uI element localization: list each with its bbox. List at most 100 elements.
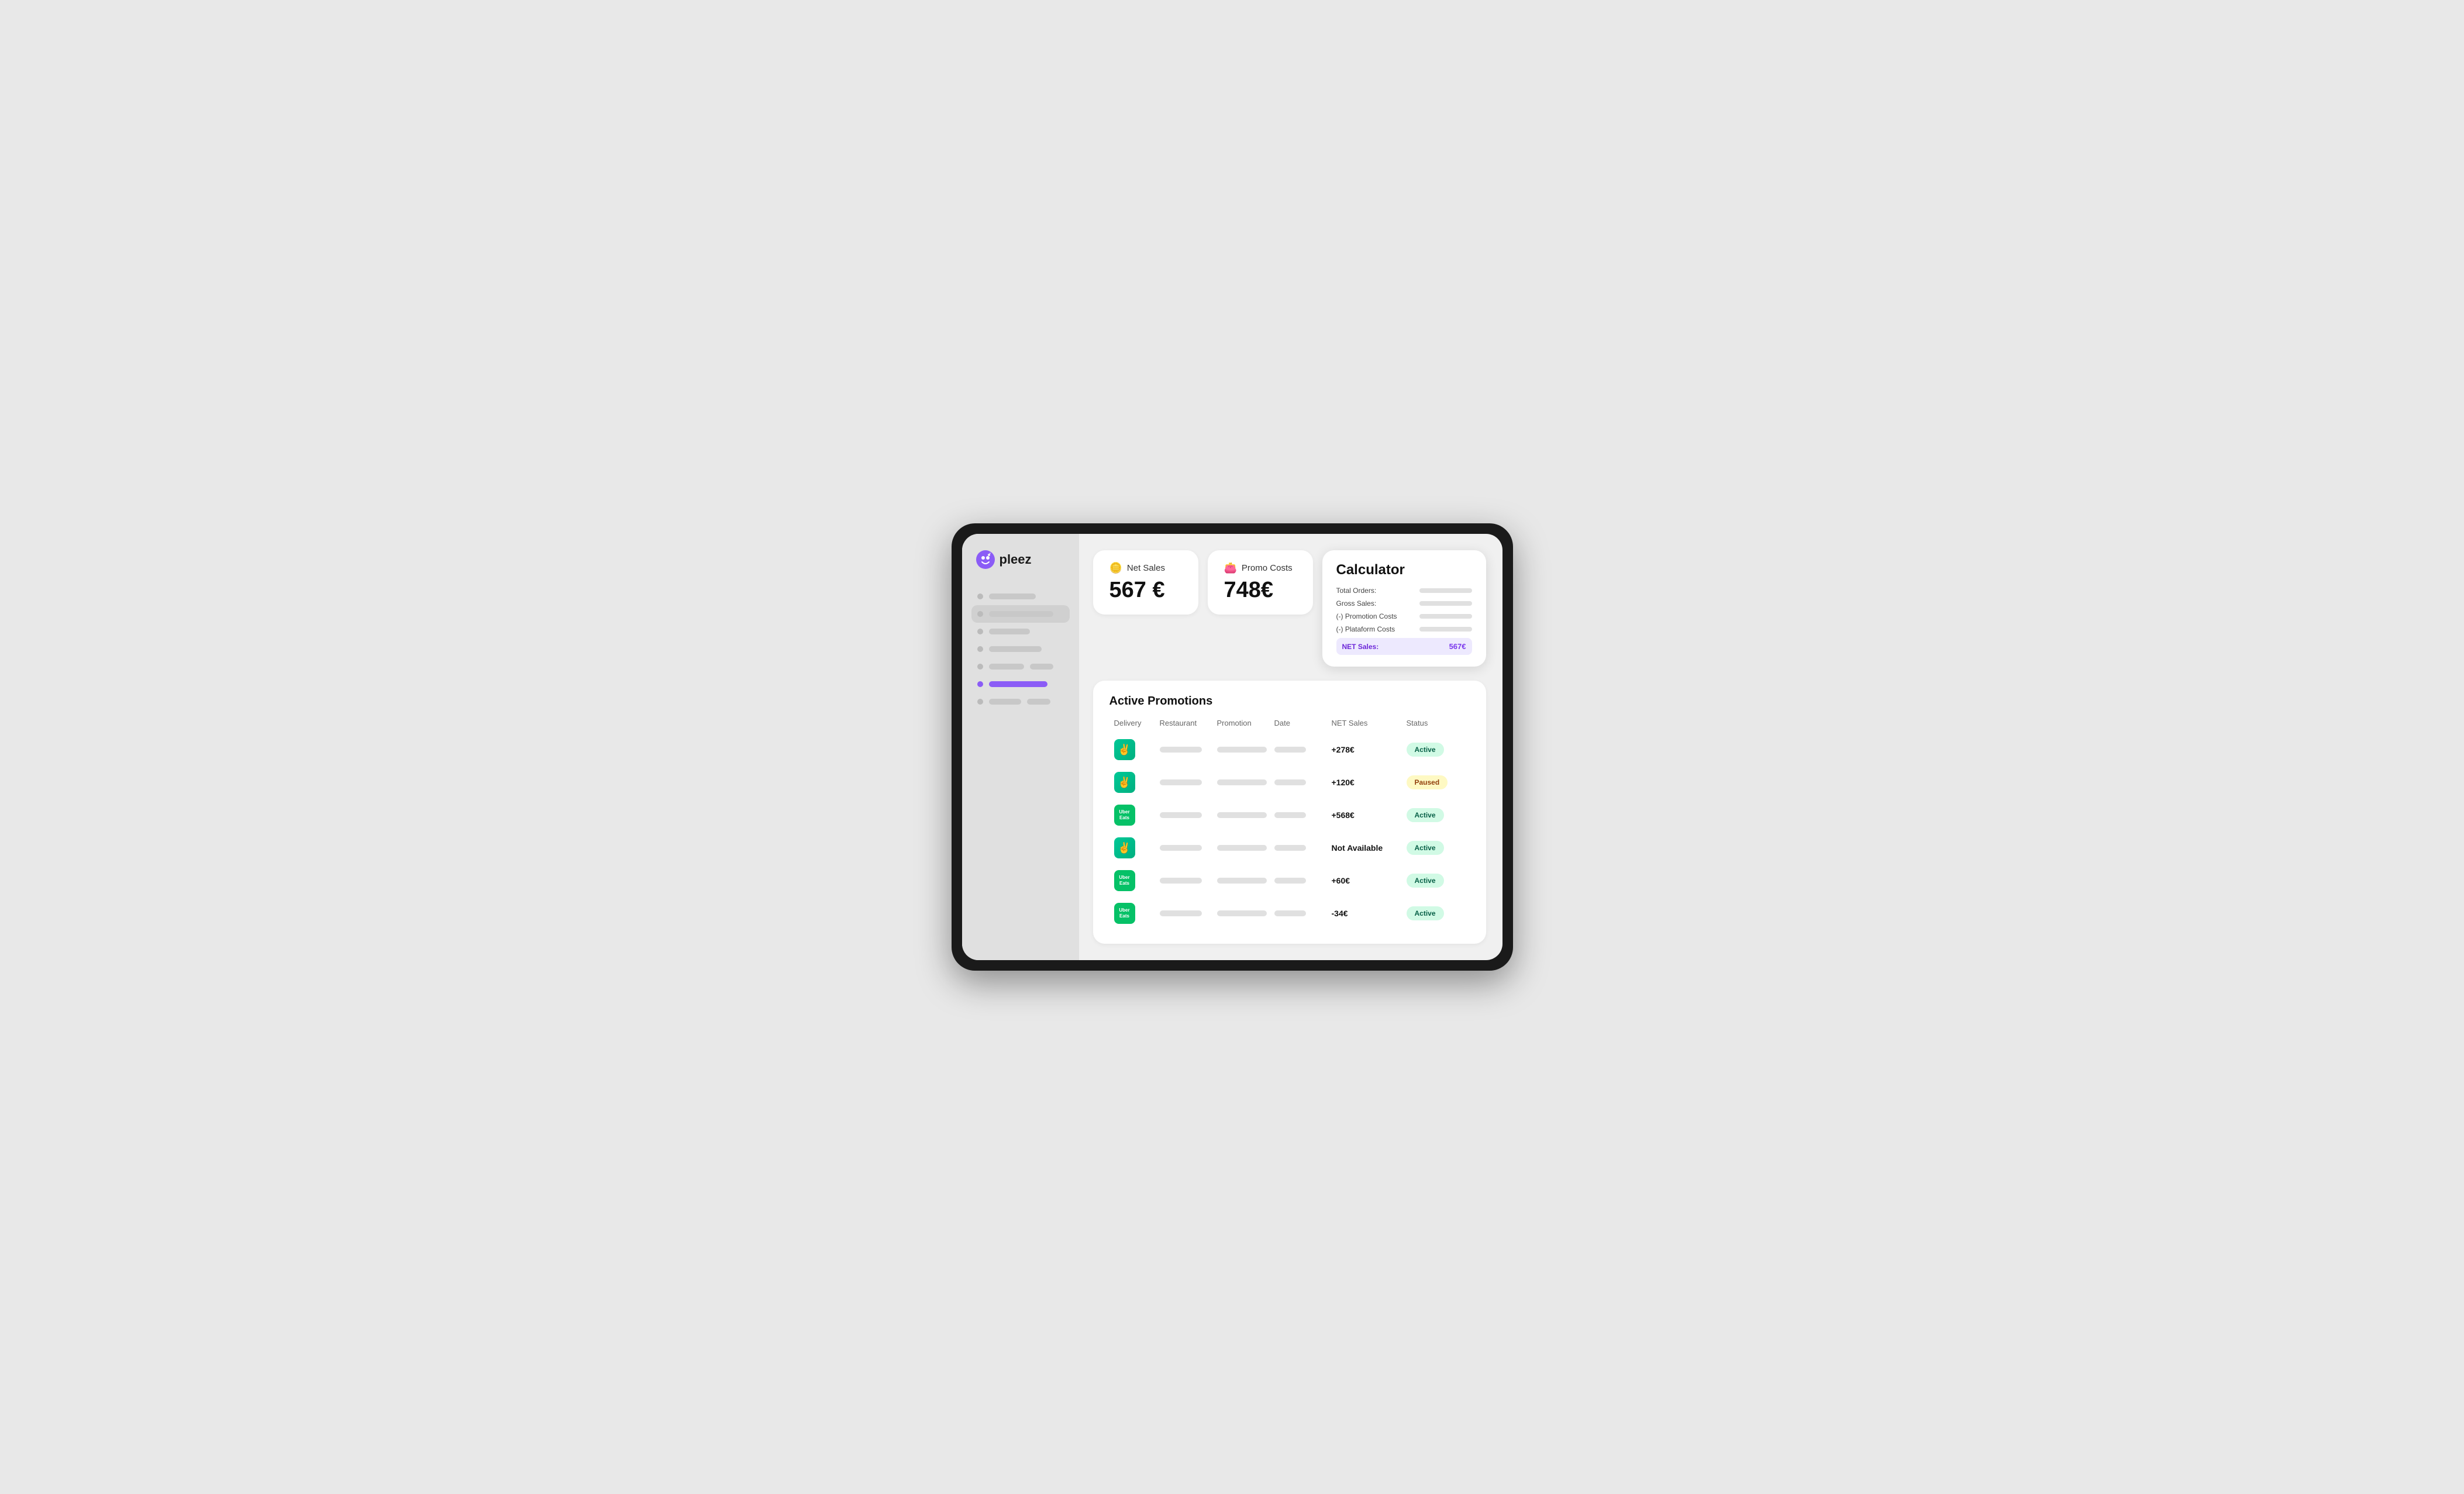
nav-dot-3 — [977, 629, 983, 634]
date-bar-3 — [1274, 812, 1306, 818]
status-cell-3: Active — [1407, 808, 1465, 822]
col-date: Date — [1274, 719, 1327, 727]
table-header: Delivery Restaurant Promotion Date NET S… — [1109, 719, 1470, 733]
nav-bar-4 — [989, 646, 1042, 652]
sidebar-item-4[interactable] — [971, 640, 1070, 658]
sidebar-item-6[interactable] — [971, 675, 1070, 693]
sidebar-item-7[interactable] — [971, 693, 1070, 710]
nav-bar-2 — [989, 611, 1053, 617]
promotion-bar-3 — [1217, 812, 1267, 818]
promotions-card: Active Promotions Delivery Restaurant Pr… — [1093, 681, 1486, 944]
ubereats-icon-3: UberEats — [1114, 805, 1135, 826]
delivery-cell-5: UberEats — [1114, 870, 1155, 891]
net-sales-label-row: 🪙 Net Sales — [1109, 562, 1182, 574]
net-sales-cell-3: +568€ — [1332, 810, 1402, 820]
restaurant-cell-4 — [1160, 845, 1212, 851]
date-cell-6 — [1274, 910, 1327, 916]
calc-promo-costs-label: (-) Promotion Costs — [1336, 612, 1397, 620]
glovo-icon-1: ✌️ — [1114, 739, 1135, 760]
date-bar-6 — [1274, 910, 1306, 916]
promotion-bar-2 — [1217, 779, 1267, 785]
restaurant-bar-2 — [1160, 779, 1202, 785]
promotions-title: Active Promotions — [1109, 695, 1470, 708]
calc-row-platform-costs: (-) Plataform Costs — [1336, 625, 1472, 633]
logo-text: pleez — [1000, 552, 1032, 567]
restaurant-cell-2 — [1160, 779, 1212, 785]
nav-bar-5b — [1030, 664, 1053, 670]
delivery-cell-4: ✌️ — [1114, 837, 1155, 858]
col-delivery: Delivery — [1114, 719, 1155, 727]
date-cell-2 — [1274, 779, 1327, 785]
promotion-bar-5 — [1217, 878, 1267, 884]
restaurant-bar-3 — [1160, 812, 1202, 818]
col-restaurant: Restaurant — [1160, 719, 1212, 727]
ubereats-icon-6: UberEats — [1114, 903, 1135, 924]
table-row-5: UberEats +60€ Active — [1109, 864, 1470, 897]
restaurant-cell-1 — [1160, 747, 1212, 753]
promotion-cell-6 — [1217, 910, 1270, 916]
calc-row-promo-costs: (-) Promotion Costs — [1336, 612, 1472, 620]
ubereats-icon-5: UberEats — [1114, 870, 1135, 891]
status-cell-5: Active — [1407, 874, 1465, 888]
device-screen: pleez — [962, 534, 1502, 960]
table-row-4: ✌️ Not Available Active — [1109, 831, 1470, 864]
status-cell-2: Paused — [1407, 775, 1465, 789]
date-cell-3 — [1274, 812, 1327, 818]
sidebar: pleez — [962, 534, 1079, 960]
calc-row-total-orders: Total Orders: — [1336, 586, 1472, 595]
col-promotion: Promotion — [1217, 719, 1270, 727]
calc-platform-costs-label: (-) Plataform Costs — [1336, 625, 1395, 633]
status-badge-2: Paused — [1407, 775, 1448, 789]
promotion-cell-5 — [1217, 878, 1270, 884]
nav-bar-3 — [989, 629, 1030, 634]
promotion-cell-2 — [1217, 779, 1270, 785]
status-cell-1: Active — [1407, 743, 1465, 757]
nav-bar-1 — [989, 594, 1036, 599]
net-sales-value: 567 € — [1109, 578, 1182, 603]
promotion-cell-1 — [1217, 747, 1270, 753]
date-bar-5 — [1274, 878, 1306, 884]
logo-area: pleez — [971, 550, 1070, 569]
promotion-bar-4 — [1217, 845, 1267, 851]
sidebar-item-3[interactable] — [971, 623, 1070, 640]
restaurant-bar-4 — [1160, 845, 1202, 851]
sidebar-item-5[interactable] — [971, 658, 1070, 675]
delivery-cell-3: UberEats — [1114, 805, 1155, 826]
calc-gross-sales-bar — [1419, 601, 1472, 606]
table-row-1: ✌️ +278€ Active — [1109, 733, 1470, 766]
restaurant-cell-6 — [1160, 910, 1212, 916]
nav-dot-2 — [977, 611, 983, 617]
promotion-bar-1 — [1217, 747, 1267, 753]
restaurant-bar-1 — [1160, 747, 1202, 753]
calc-promo-costs-bar — [1419, 614, 1472, 619]
date-bar-1 — [1274, 747, 1306, 753]
sidebar-item-1[interactable] — [971, 588, 1070, 605]
net-sales-cell-1: +278€ — [1332, 745, 1402, 754]
nav-dot-7 — [977, 699, 983, 705]
sidebar-item-2[interactable] — [971, 605, 1070, 623]
date-bar-4 — [1274, 845, 1306, 851]
sidebar-nav — [971, 588, 1070, 944]
nav-bar-6 — [989, 681, 1047, 687]
glovo-icon-2: ✌️ — [1114, 772, 1135, 793]
calc-row-gross-sales: Gross Sales: — [1336, 599, 1472, 608]
metrics-row: 🪙 Net Sales 567 € 👛 Promo Costs 748€ Cal… — [1093, 550, 1486, 667]
nav-bar-7a — [989, 699, 1021, 705]
calc-total-orders-label: Total Orders: — [1336, 586, 1377, 595]
calc-net-row: NET Sales: 567€ — [1336, 638, 1472, 655]
status-badge-1: Active — [1407, 743, 1444, 757]
calculator-title: Calculator — [1336, 562, 1472, 578]
net-sales-card: 🪙 Net Sales 567 € — [1093, 550, 1198, 615]
delivery-cell-1: ✌️ — [1114, 739, 1155, 760]
logo-icon — [976, 550, 995, 569]
calc-gross-sales-label: Gross Sales: — [1336, 599, 1377, 608]
table-row-6: UberEats -34€ Active — [1109, 897, 1470, 930]
promotion-cell-3 — [1217, 812, 1270, 818]
device-frame: pleez — [952, 523, 1513, 971]
date-cell-5 — [1274, 878, 1327, 884]
delivery-cell-6: UberEats — [1114, 903, 1155, 924]
restaurant-cell-5 — [1160, 878, 1212, 884]
net-sales-cell-6: -34€ — [1332, 909, 1402, 918]
delivery-cell-2: ✌️ — [1114, 772, 1155, 793]
promotion-cell-4 — [1217, 845, 1270, 851]
